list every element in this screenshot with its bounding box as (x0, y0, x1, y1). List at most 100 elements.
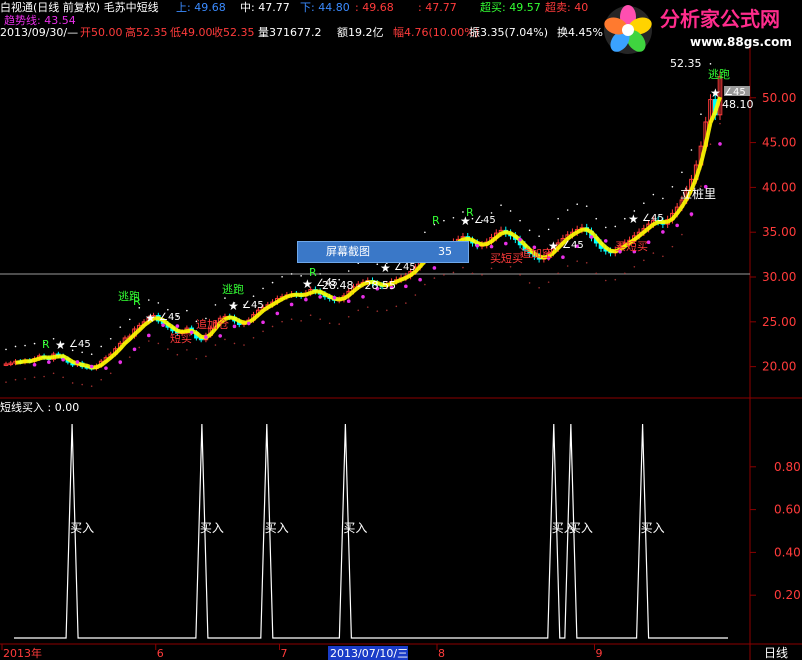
lower-band-dot (471, 272, 474, 275)
upper-band-dot (5, 348, 7, 351)
short-buy-label: 短买 (170, 331, 192, 345)
upper-band-dot (690, 149, 693, 151)
upper-band-dot (262, 287, 264, 290)
trend-dot (689, 212, 694, 216)
trend-dot (204, 335, 208, 339)
lower-band-dot (24, 378, 26, 380)
star-icon: ★ (145, 311, 156, 325)
buy-label-5: 买入 (569, 521, 593, 535)
trend-dot (275, 311, 280, 316)
lower-band-dot (128, 356, 131, 358)
logo-title: 分析家公式网 (660, 7, 780, 31)
trend-dot (318, 295, 322, 299)
lower-band-dot (81, 383, 83, 386)
upper-band-dot (186, 309, 188, 312)
lower-band-dot (462, 266, 464, 269)
angle-label-5: ∠45 (474, 215, 496, 226)
x-tick-label-1: 6 (157, 647, 164, 660)
stand-label: 立桩里 (680, 186, 716, 201)
crosshair-date-label: 2013/07/10/三 (330, 647, 408, 660)
sub-y-tick-label-1: 0.40 (774, 545, 801, 559)
upper-band-dot (614, 225, 617, 228)
upper-band-dot (709, 63, 712, 65)
quote-item-4: 收52.35 (212, 25, 255, 39)
upper-band-dot (652, 193, 655, 196)
trend-dot (161, 323, 165, 327)
upper-band-dot (452, 216, 455, 219)
trend-dot (246, 321, 251, 326)
lower-band-dot (300, 320, 302, 322)
lower-band-dot (338, 323, 341, 325)
y-tick-label-0: 20.00 (762, 360, 796, 374)
upper-band-dot (14, 345, 17, 348)
add-short-label: 追加空 (520, 246, 553, 260)
lower-band-dot (62, 376, 64, 379)
lower-band-dot (309, 314, 312, 316)
upper-band-dot (576, 203, 578, 206)
angle-label-3: ∠45 (316, 278, 338, 289)
lower-band-dot (624, 272, 626, 275)
lower-band-dot (424, 283, 426, 286)
trend-dot (475, 243, 480, 248)
trend-ribbon (15, 96, 722, 370)
trend-dot (504, 241, 508, 246)
lower-band-dot (671, 245, 674, 248)
lower-band-dot (709, 143, 712, 145)
buy-label-1: 买入 (200, 521, 224, 535)
trend-dot (346, 299, 351, 304)
lower-band-dot (633, 265, 636, 268)
lower-band-dot (233, 342, 236, 345)
lower-band-dot (271, 325, 274, 328)
header-item-3: 下: 44.80 (300, 1, 350, 14)
lower-band-dot (214, 344, 217, 346)
period-label: 日线 (764, 646, 788, 660)
angle-label-2: ∠45 (242, 300, 264, 311)
header-item-1: 上: 49.68 (176, 1, 226, 14)
upper-band-dot (148, 299, 150, 301)
x-tick-label-4: 9 (596, 647, 603, 660)
angle-label-6: ∠45 (562, 240, 584, 251)
upper-band-dot (347, 270, 350, 272)
lower-band-dot (405, 302, 407, 304)
trend-dot (489, 244, 494, 249)
lower-band-dot (100, 378, 102, 381)
screenshot-label: 屏幕截图 (326, 245, 370, 258)
lower-band-dot (490, 267, 493, 270)
upper-band-dot (528, 229, 531, 232)
trend-label: 趋势线: 43.54 (4, 13, 76, 27)
lower-band-dot (538, 286, 540, 289)
lower-band-dot (643, 259, 645, 262)
lower-band-dot (395, 305, 398, 308)
lower-band-dot (262, 330, 264, 333)
lower-band-dot (585, 261, 588, 264)
upper-band-dot (252, 295, 255, 297)
lower-band-dot (386, 309, 388, 312)
lower-band-dot (547, 281, 550, 283)
side-price-label: 48.10 (722, 98, 754, 111)
lower-band-dot (52, 372, 55, 375)
trend-dot (361, 294, 365, 299)
trend-dot (75, 360, 80, 364)
trend-dot (261, 320, 265, 325)
header-item-5: : 47.77 (418, 1, 457, 14)
upper-band-dot (33, 342, 36, 345)
quote-item-9: 换4.45% (557, 25, 603, 39)
lower-band-dot (433, 277, 436, 279)
screenshot-button[interactable]: 屏幕截图 35 (297, 241, 469, 263)
trend-dot (675, 223, 679, 228)
buy-label-2: 买入 (265, 521, 289, 535)
lower-band-dot (595, 272, 598, 275)
r-label-2: R (309, 266, 317, 279)
upper-band-dot (662, 197, 664, 200)
upper-band-dot (376, 263, 379, 266)
trend-dot (147, 333, 151, 338)
lower-band-dot (176, 353, 179, 356)
lower-band-dot (243, 344, 245, 346)
lower-band-dot (414, 294, 417, 296)
trend-dot (289, 302, 294, 307)
chart-canvas: 白视通(日线 前复权) 毛苏中短线 上: 49.68 中: 47.77 下: 44.8… (0, 0, 802, 660)
quote-item-7: 幅4.76(10.00%) (393, 26, 479, 39)
quote-item-5: 量371677.2 (258, 26, 322, 39)
screenshot-value: 35 (438, 245, 452, 258)
trend-dot (232, 324, 237, 329)
